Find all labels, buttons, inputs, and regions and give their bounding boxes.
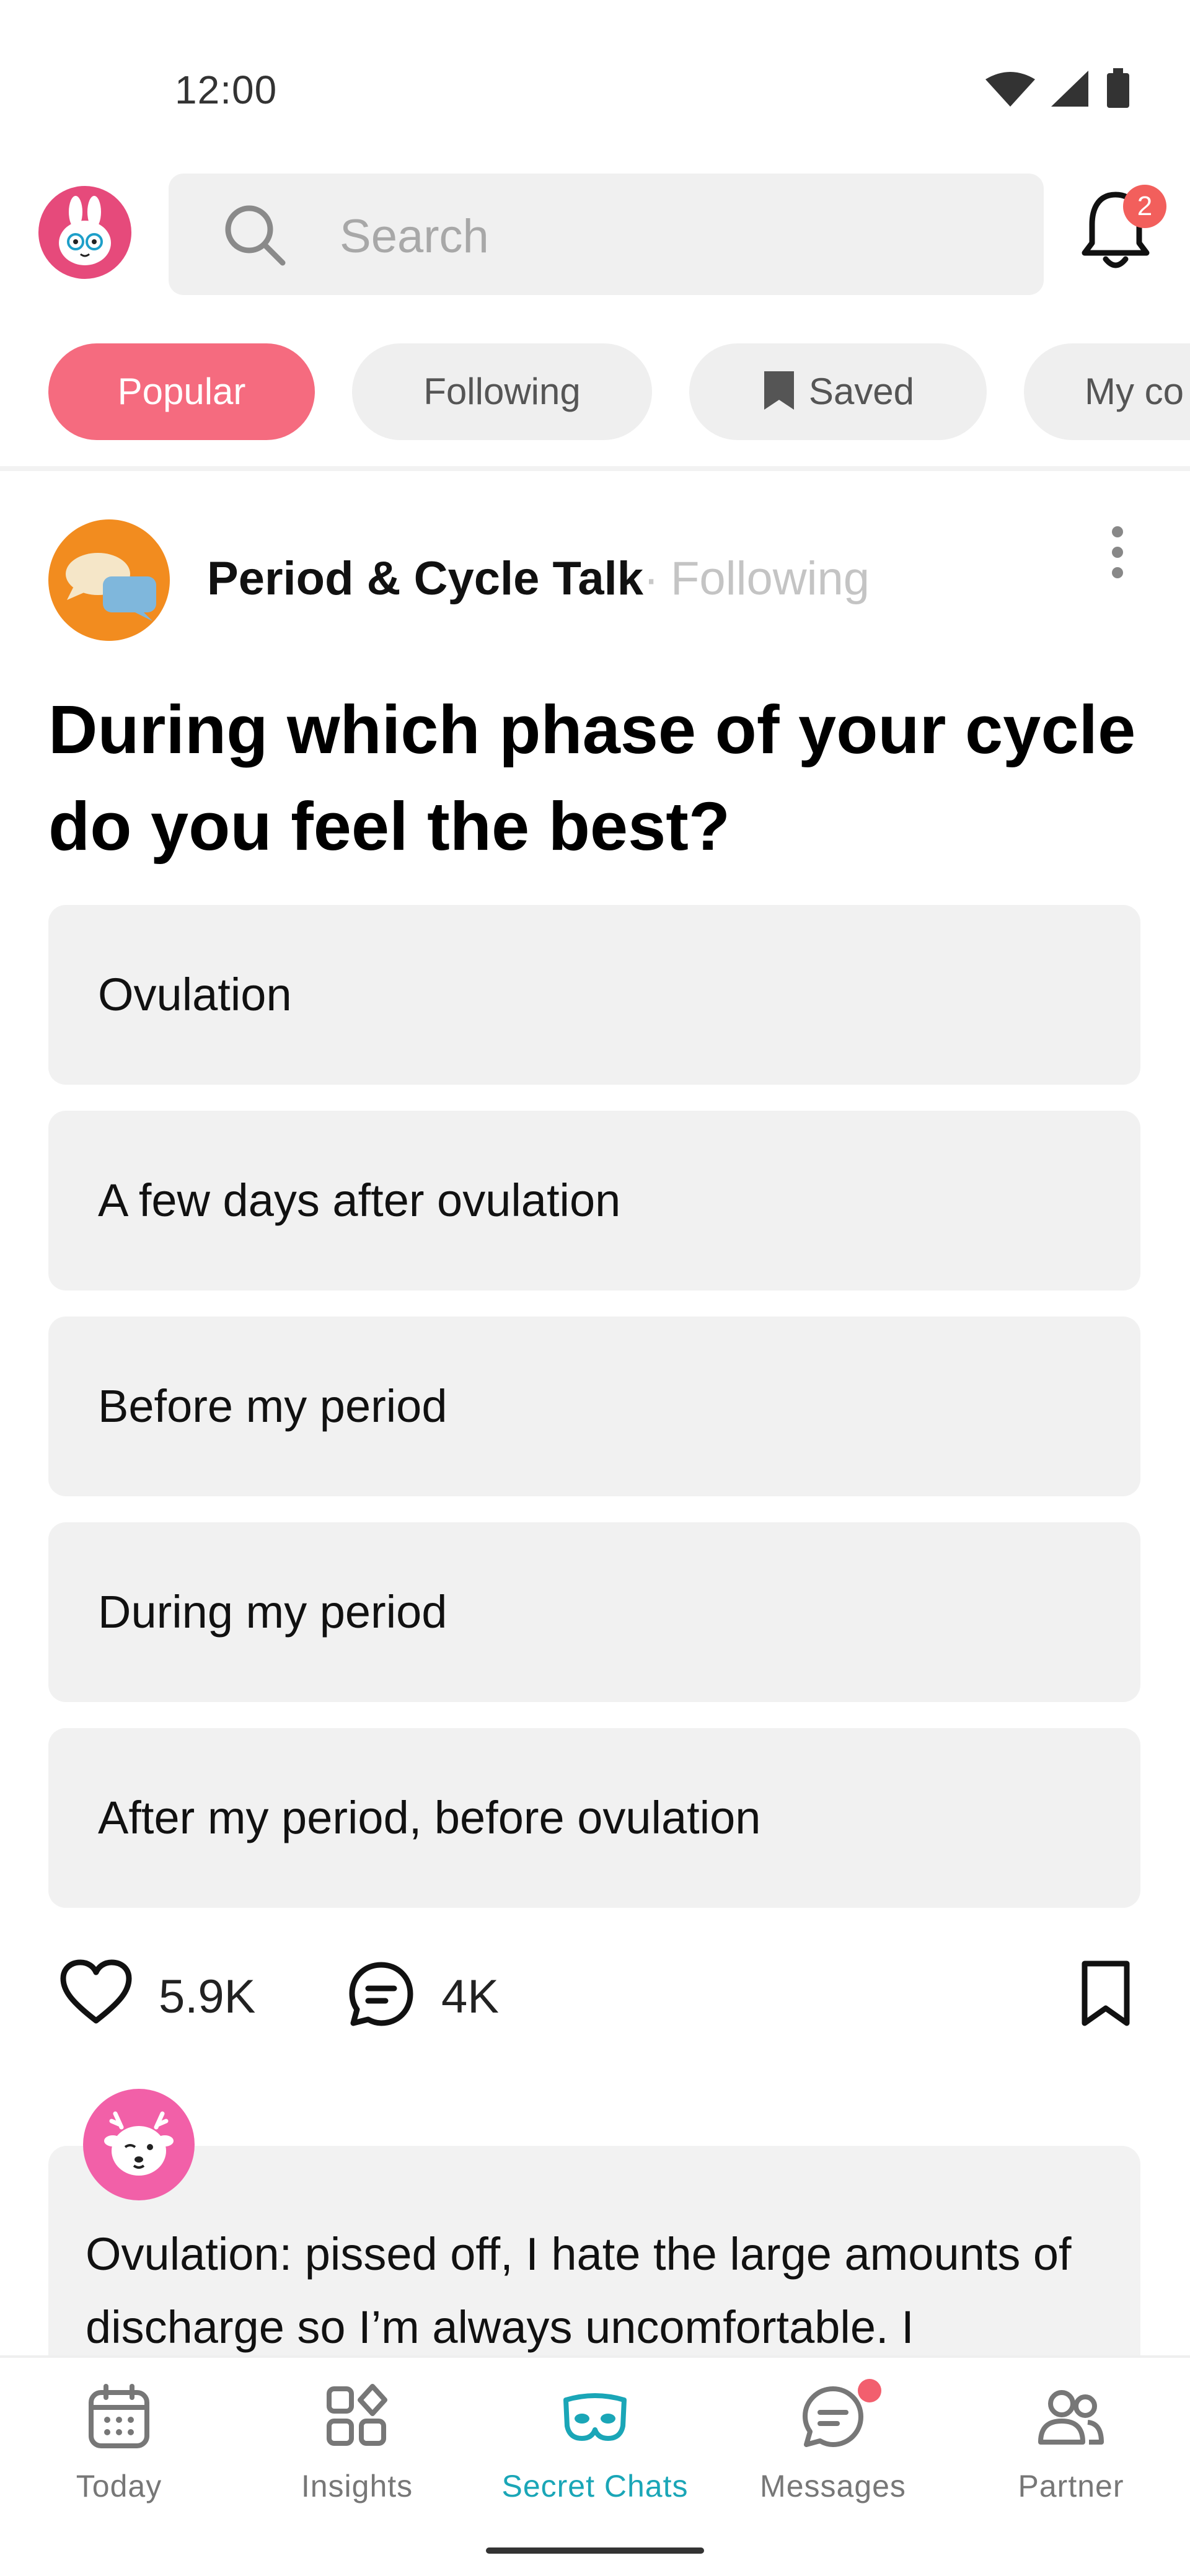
- nav-today[interactable]: Today: [0, 2358, 238, 2544]
- more-options-icon[interactable]: [1102, 524, 1133, 580]
- chip-saved-label: Saved: [808, 371, 915, 412]
- nav-messages[interactable]: Messages: [714, 2358, 952, 2544]
- nav-label: Messages: [760, 2469, 906, 2503]
- poll-option[interactable]: Ovulation: [48, 905, 1140, 1085]
- poll-option[interactable]: After my period, before ovulation: [48, 1728, 1140, 1908]
- chip-saved[interactable]: Saved: [689, 343, 987, 440]
- status-time: 12:00: [175, 68, 278, 112]
- partner-icon: [1038, 2390, 1104, 2445]
- poll-option-label: A few days after ovulation: [98, 1175, 621, 1226]
- nav-label: Insights: [301, 2469, 413, 2503]
- group-avatar[interactable]: [48, 519, 170, 641]
- commenter-avatar[interactable]: [83, 2089, 195, 2200]
- mask-icon: [563, 2393, 627, 2441]
- divider: [0, 466, 1190, 471]
- nav-insights[interactable]: Insights: [238, 2358, 476, 2544]
- profile-avatar[interactable]: [38, 186, 131, 279]
- home-indicator[interactable]: [486, 2547, 704, 2554]
- notification-badge: 2: [1123, 185, 1166, 228]
- poll-option[interactable]: During my period: [48, 1522, 1140, 1702]
- nav-secret-chats[interactable]: Secret Chats: [476, 2358, 714, 2544]
- poll-option[interactable]: Before my period: [48, 1317, 1140, 1496]
- comment-text: Ovulation: pissed off, I hate the large …: [86, 2228, 1072, 2353]
- follow-status[interactable]: Following: [671, 552, 870, 606]
- chip-following[interactable]: Following: [352, 343, 652, 440]
- poll-option[interactable]: A few days after ovulation: [48, 1111, 1140, 1290]
- messages-unread-dot: [858, 2379, 881, 2402]
- bookmark-icon: [764, 371, 794, 410]
- separator-dot: ·: [643, 552, 659, 605]
- insights-grid-icon: [327, 2384, 387, 2446]
- chip-my-communities[interactable]: My co: [1024, 343, 1190, 440]
- poll-option-label: During my period: [98, 1586, 447, 1638]
- heart-icon[interactable]: [60, 1959, 133, 2027]
- search-placeholder: Search: [340, 210, 489, 263]
- nav-label: Today: [76, 2469, 162, 2503]
- status-icons: [985, 68, 1129, 108]
- comment-icon[interactable]: [347, 1960, 415, 2028]
- poll-option-label: Before my period: [98, 1380, 447, 1432]
- poll-option-label: After my period, before ovulation: [98, 1792, 761, 1843]
- bottom-nav: Today Insights Secret Chats Messages Par…: [0, 2355, 1190, 2576]
- post-question: During which phase of your cycle do you …: [48, 692, 1136, 865]
- chip-popular[interactable]: Popular: [48, 343, 315, 440]
- deer-icon: [104, 2111, 174, 2176]
- like-count: 5.9K: [159, 1970, 256, 2023]
- bookmark-icon[interactable]: [1080, 1959, 1132, 2028]
- battery-icon: [1107, 73, 1129, 108]
- nav-label: Secret Chats: [501, 2469, 689, 2503]
- search-icon: [225, 205, 286, 266]
- chat-bubbles-icon: [66, 553, 156, 621]
- bunny-icon: [59, 196, 111, 265]
- calendar-icon: [89, 2384, 149, 2448]
- nav-partner[interactable]: Partner: [952, 2358, 1190, 2544]
- cellular-icon: [1051, 71, 1088, 107]
- wifi-icon: [985, 72, 1035, 107]
- comment-count: 4K: [441, 1970, 499, 2023]
- search-bar[interactable]: Search: [169, 174, 1044, 295]
- message-bubble-icon: [803, 2386, 863, 2447]
- nav-label: Partner: [1018, 2469, 1124, 2503]
- group-name[interactable]: Period & Cycle Talk: [207, 552, 643, 606]
- poll-option-label: Ovulation: [98, 969, 292, 1020]
